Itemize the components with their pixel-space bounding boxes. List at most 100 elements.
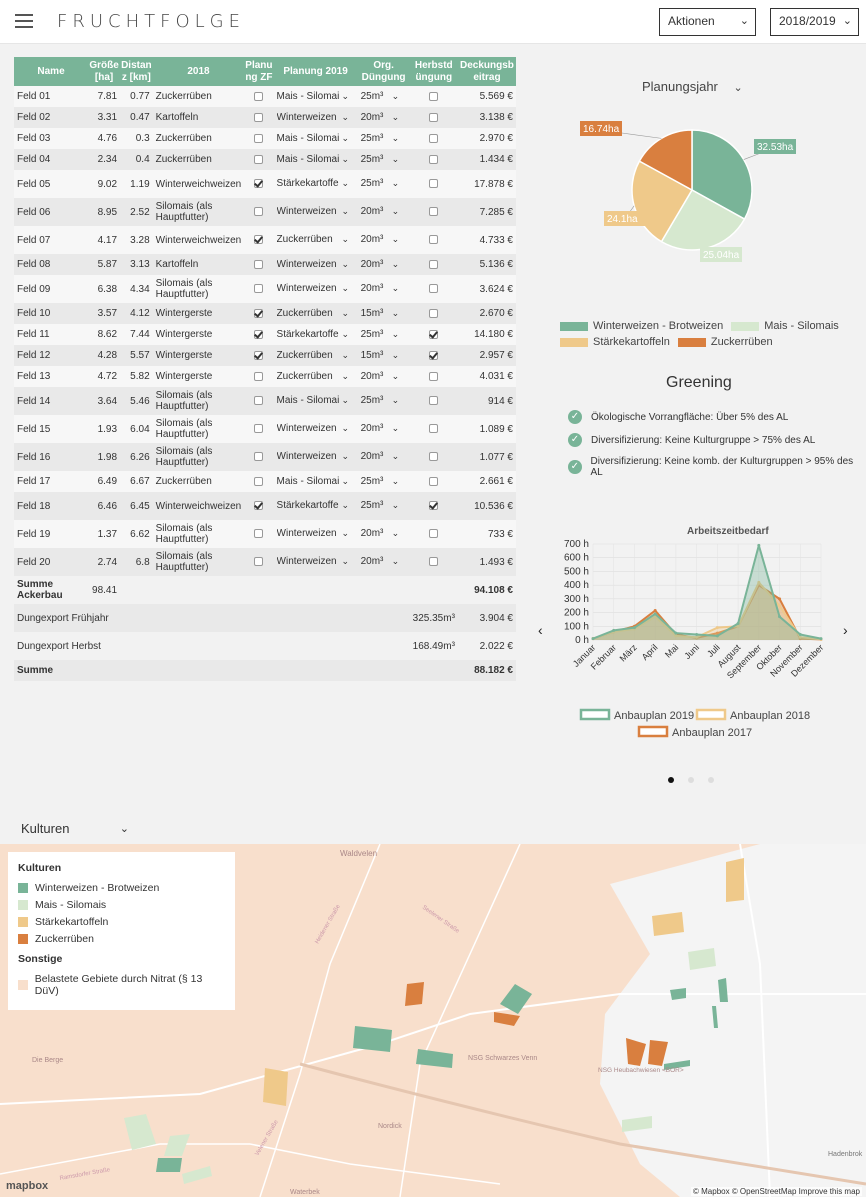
col-planung-2019[interactable]: Planung 2019 — [273, 57, 358, 86]
herbstduengung-checkbox[interactable] — [429, 529, 439, 539]
planung-zf-checkbox[interactable] — [254, 112, 264, 122]
herbstduengung-checkbox[interactable] — [429, 452, 439, 462]
data-point[interactable] — [653, 609, 657, 613]
data-point[interactable] — [798, 633, 802, 637]
data-point[interactable] — [778, 615, 782, 619]
data-point[interactable] — [653, 612, 657, 616]
data-point[interactable] — [591, 637, 595, 641]
herbstduengung-checkbox[interactable] — [429, 154, 439, 164]
table-row[interactable]: Feld 19 1.37 6.62 Silomais (als Hauptfutter… — [14, 520, 516, 548]
planung-2019-select[interactable]: Winterweizen — [277, 556, 339, 567]
planung-zf-checkbox[interactable] — [254, 154, 264, 164]
legend-swatch[interactable] — [579, 708, 611, 721]
table-row[interactable]: Feld 01 7.81 0.77 Zuckerrüben Mais - Silomai… — [14, 86, 516, 107]
org-duengung-select[interactable]: 20m³ — [361, 528, 389, 539]
map-field-maissilomais[interactable] — [124, 1114, 156, 1150]
planung-2019-select[interactable]: Zuckerrüben — [277, 234, 339, 245]
col-planung-zf[interactable]: Planu ng ZF — [244, 57, 274, 86]
org-duengung-select[interactable]: 25m³ — [361, 329, 389, 340]
actions-dropdown[interactable]: Aktionen ⌄ — [659, 8, 756, 36]
org-duengung-select[interactable]: 15m³ — [361, 308, 389, 319]
data-point[interactable] — [757, 543, 761, 547]
map-field-staerkekartoffeln[interactable] — [652, 912, 684, 936]
legend-label[interactable]: Anbauplan 2018 — [730, 710, 810, 722]
planung-2019-select[interactable]: Winterweizen — [277, 528, 339, 539]
planung-zf-checkbox[interactable] — [254, 179, 264, 189]
legend-swatch[interactable] — [637, 725, 669, 738]
planung-zf-checkbox[interactable] — [254, 350, 264, 360]
map-field-winterweizen[interactable] — [353, 1026, 392, 1052]
herbstduengung-checkbox[interactable] — [429, 396, 439, 406]
org-duengung-select[interactable]: 20m³ — [361, 259, 389, 270]
planung-2019-select[interactable]: Stärkekartoffeln — [277, 500, 339, 511]
org-duengung-select[interactable]: 15m³ — [361, 350, 389, 361]
herbstduengung-checkbox[interactable] — [429, 235, 439, 245]
map-field-winterweizen[interactable] — [670, 988, 686, 1000]
planung-2019-select[interactable]: Zuckerrüben — [277, 371, 339, 382]
planung-2019-select[interactable]: Winterweizen — [277, 451, 339, 462]
col-herbstduengung[interactable]: Herbstd üngung — [409, 57, 458, 86]
data-point[interactable] — [612, 628, 616, 632]
planung-2019-select[interactable]: Zuckerrüben — [277, 308, 339, 319]
col-org-duengung[interactable]: Org. Düngung — [357, 57, 410, 86]
data-point[interactable] — [778, 597, 782, 601]
herbstduengung-checkbox[interactable] — [429, 350, 439, 360]
org-duengung-select[interactable]: 20m³ — [361, 371, 389, 382]
data-point[interactable] — [715, 634, 719, 638]
herbstduengung-checkbox[interactable] — [429, 501, 439, 511]
mapbox-logo[interactable]: mapbox — [6, 1180, 48, 1192]
org-duengung-select[interactable]: 20m³ — [361, 234, 389, 245]
col-deckungsbeitrag[interactable]: Deckungsb eitrag — [457, 57, 516, 86]
herbstduengung-checkbox[interactable] — [429, 259, 439, 269]
org-duengung-select[interactable]: 25m³ — [361, 154, 389, 165]
table-row[interactable]: Feld 16 1.98 6.26 Silomais (als Hauptfutter… — [14, 443, 516, 471]
planung-zf-checkbox[interactable] — [254, 371, 264, 381]
herbstduengung-checkbox[interactable] — [429, 112, 439, 122]
col-name[interactable]: Name — [14, 57, 89, 86]
col-size[interactable]: Größe [ha] — [88, 57, 121, 86]
map-field-maissilomais[interactable] — [164, 1134, 190, 1156]
col-2018[interactable]: 2018 — [152, 57, 245, 86]
org-duengung-select[interactable]: 25m³ — [361, 133, 389, 144]
planung-2019-select[interactable]: Winterweizen — [277, 283, 339, 294]
planung-2019-select[interactable]: Winterweizen — [277, 112, 339, 123]
planung-zf-checkbox[interactable] — [254, 207, 264, 217]
planung-2019-select[interactable]: Mais - Silomais — [277, 476, 339, 487]
carousel-dot-2[interactable] — [688, 777, 694, 783]
table-row[interactable]: Feld 09 6.38 4.34 Silomais (als Hauptfutter… — [14, 275, 516, 303]
map-field-staerkekartoffeln[interactable] — [263, 1068, 288, 1106]
herbstduengung-checkbox[interactable] — [429, 284, 439, 294]
data-point[interactable] — [674, 631, 678, 635]
planung-zf-checkbox[interactable] — [254, 396, 264, 406]
table-row[interactable]: Feld 15 1.93 6.04 Silomais (als Hauptfutter… — [14, 415, 516, 443]
herbstduengung-checkbox[interactable] — [429, 91, 439, 101]
org-duengung-select[interactable]: 25m³ — [361, 476, 389, 487]
org-duengung-select[interactable]: 25m³ — [361, 395, 389, 406]
planung-2019-select[interactable]: Winterweizen — [277, 206, 339, 217]
planung-2019-select[interactable]: Mais - Silomais — [277, 395, 339, 406]
herbstduengung-checkbox[interactable] — [429, 476, 439, 486]
table-row[interactable]: Feld 11 8.62 7.44 Wintergerste Stärkekartoff… — [14, 324, 516, 345]
planung-zf-checkbox[interactable] — [254, 557, 264, 567]
planung-zf-checkbox[interactable] — [254, 424, 264, 434]
org-duengung-select[interactable]: 25m³ — [361, 500, 389, 511]
season-dropdown[interactable]: 2018/2019 ⌄ — [770, 8, 859, 36]
data-point[interactable] — [736, 622, 740, 626]
map-field-maissilomais[interactable] — [182, 1166, 212, 1184]
table-row[interactable]: Feld 12 4.28 5.57 Wintergerste Zuckerrüben ⌄ 1… — [14, 345, 516, 366]
data-point[interactable] — [715, 626, 719, 630]
pie-legend-item[interactable]: Stärkekartoffeln — [560, 336, 670, 348]
map-field-winterweizen[interactable] — [416, 1049, 453, 1068]
planung-zf-checkbox[interactable] — [254, 91, 264, 101]
planung-zf-checkbox[interactable] — [254, 259, 264, 269]
table-row[interactable]: Feld 06 8.95 2.52 Silomais (als Hauptfutter… — [14, 198, 516, 226]
table-row[interactable]: Feld 05 9.02 1.19 Winterweichweizen Stärkeka… — [14, 170, 516, 198]
planung-2019-select[interactable]: Mais - Silomais — [277, 91, 339, 102]
table-row[interactable]: Feld 02 3.31 0.47 Kartoffeln Winterweizen ⌄ 20… — [14, 107, 516, 128]
carousel-dot-3[interactable] — [708, 777, 714, 783]
herbstduengung-checkbox[interactable] — [429, 557, 439, 567]
org-duengung-select[interactable]: 20m³ — [361, 283, 389, 294]
herbstduengung-checkbox[interactable] — [429, 424, 439, 434]
map-attribution[interactable]: © Mapbox © OpenStreetMap Improve this ma… — [691, 1187, 862, 1196]
planung-2019-select[interactable]: Stärkekartoffeln — [277, 178, 339, 189]
